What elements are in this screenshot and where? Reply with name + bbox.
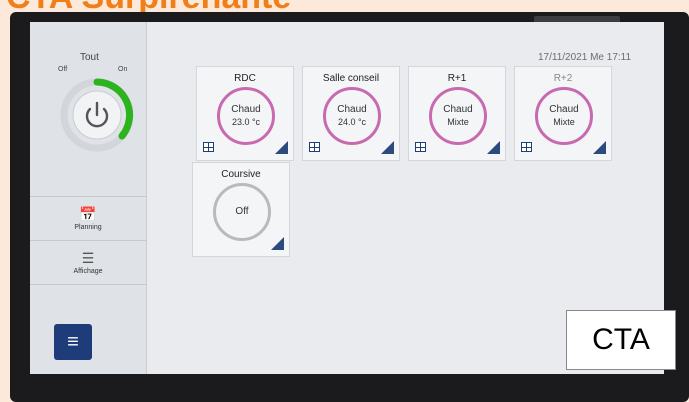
sidebar: Tout Off On 📅 Planning ☰ Affichage ≡ — [30, 22, 147, 374]
zone-name: Salle conseil — [322, 73, 380, 84]
power-dial[interactable] — [52, 70, 142, 160]
list-icon: ☰ — [81, 250, 95, 266]
zone-value: 23.0 °c — [231, 117, 261, 127]
sidebar-divider — [30, 284, 146, 285]
planning-button[interactable]: 📅 Planning — [30, 198, 146, 240]
zone-status-ring: Chaud 23.0 °c — [217, 87, 275, 145]
zone-name: R+2 — [553, 73, 573, 84]
zone-mode: Off — [235, 206, 249, 217]
affichage-label: Affichage — [73, 268, 103, 275]
schedule-grid-icon — [521, 142, 532, 152]
banner-title: CTA Surpirenante — [0, 0, 689, 12]
zone-value: 24.0 °c — [337, 117, 367, 127]
datetime-display: 17/11/2021 Me 17:11 — [538, 52, 632, 63]
corner-arrow-icon — [271, 237, 284, 250]
zone-status-ring: Chaud Mixte — [429, 87, 487, 145]
zone-tile-salle-conseil[interactable]: Salle conseil Chaud 24.0 °c — [302, 66, 400, 161]
corner-arrow-icon — [275, 141, 288, 154]
zone-mode: Chaud — [549, 104, 579, 115]
planning-label: Planning — [74, 224, 102, 231]
menu-button[interactable]: ≡ — [54, 324, 92, 360]
affichage-button[interactable]: ☰ Affichage — [30, 242, 146, 284]
zone-mode: Chaud — [443, 104, 473, 115]
zone-name: R+1 — [447, 73, 467, 84]
zone-name: Coursive — [221, 169, 261, 180]
zone-tile-r2[interactable]: R+2 Chaud Mixte — [514, 66, 612, 161]
cta-label-box: CTA — [566, 310, 676, 370]
corner-arrow-icon — [593, 141, 606, 154]
zone-value: Mixte — [553, 117, 575, 127]
schedule-grid-icon — [415, 142, 426, 152]
corner-arrow-icon — [487, 141, 500, 154]
zone-status-ring: Chaud 24.0 °c — [323, 87, 381, 145]
zone-tile-rdc[interactable]: RDC Chaud 23.0 °c — [196, 66, 294, 161]
sidebar-divider — [30, 196, 146, 197]
zone-tile-r1[interactable]: R+1 Chaud Mixte — [408, 66, 506, 161]
zone-status-ring: Off — [213, 183, 271, 241]
zone-mode: Chaud — [337, 104, 367, 115]
schedule-grid-icon — [309, 142, 320, 152]
sidebar-divider — [30, 240, 146, 241]
zone-mode: Chaud — [231, 104, 261, 115]
zone-tile-coursive[interactable]: Coursive Off — [192, 162, 290, 257]
schedule-grid-icon — [203, 142, 214, 152]
hamburger-icon: ≡ — [67, 330, 79, 353]
power-title: Tout — [80, 52, 99, 63]
calendar-icon: 📅 — [79, 206, 97, 222]
zone-name: RDC — [234, 73, 256, 84]
corner-arrow-icon — [381, 141, 394, 154]
zone-value: Mixte — [447, 117, 469, 127]
zone-status-ring: Chaud Mixte — [535, 87, 593, 145]
